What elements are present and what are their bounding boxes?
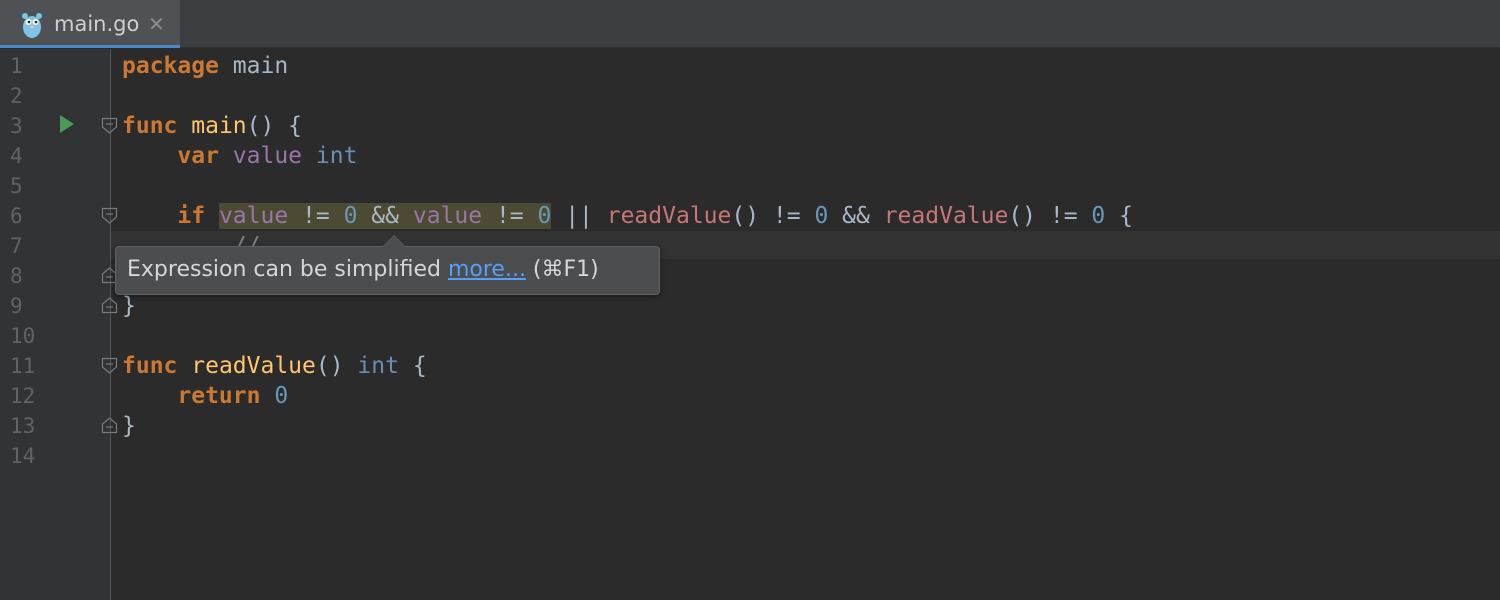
function-call: readValue	[883, 203, 1009, 229]
keyword: func	[122, 353, 178, 379]
function-name: readValue	[191, 353, 316, 379]
punctuation: {	[398, 353, 427, 379]
type: int	[357, 353, 399, 379]
variable: value	[412, 203, 483, 229]
line-number: 13	[10, 414, 36, 438]
operator: !=	[1036, 203, 1092, 229]
operator: !=	[482, 203, 538, 229]
gopher-icon	[22, 13, 42, 38]
tab-filename: main.go	[54, 12, 140, 36]
line-number: 11	[10, 354, 36, 378]
punctuation: {	[1105, 203, 1133, 229]
code-line-3: func main() {	[122, 111, 302, 141]
type: int	[315, 143, 358, 169]
highlighted-expression[interactable]: value != 0 && value != 0	[218, 203, 552, 229]
line-number: 5	[10, 174, 23, 198]
operator: &&	[357, 203, 413, 229]
close-tab-icon[interactable]: ✕	[148, 12, 165, 36]
code-line-12: return 0	[122, 381, 288, 411]
number: 0	[274, 383, 289, 409]
punctuation: () {	[246, 113, 303, 139]
code-line-13: }	[122, 411, 136, 441]
tooltip-message: Expression can be simplified	[127, 257, 448, 282]
line-number: 1	[10, 54, 23, 78]
operator: &&	[828, 203, 884, 229]
tooltip-arrow-inner	[383, 236, 405, 247]
line-number: 14	[10, 444, 36, 468]
keyword: if	[177, 203, 206, 229]
code-editor[interactable]: package main func main() { var value int…	[111, 49, 1500, 600]
keyword: var	[177, 143, 219, 169]
run-icon[interactable]	[60, 115, 74, 133]
inspection-tooltip: Expression can be simplified more... (⌘F…	[115, 235, 660, 295]
code-line-4: var value int	[122, 141, 357, 171]
tab-main-go[interactable]: main.go ✕	[0, 0, 180, 48]
function-name: main	[191, 113, 247, 139]
punctuation: ()	[1008, 203, 1037, 229]
variable: value	[232, 143, 303, 169]
editor-gutter: 1 2 3 4 5 6 7 8 9 10 11 12 13 14	[0, 49, 110, 600]
operator: !=	[288, 203, 344, 229]
punctuation: ()	[731, 203, 760, 229]
identifier: main	[218, 53, 289, 79]
code-line-6: if value != 0 && value != 0 || readValue…	[122, 201, 1133, 231]
line-number: 4	[10, 144, 23, 168]
keyword: package	[122, 53, 219, 79]
code-line-1: package main	[122, 51, 288, 81]
number: 0	[343, 203, 358, 229]
operator: ||	[551, 203, 607, 229]
more-link[interactable]: more...	[448, 257, 526, 282]
line-number: 12	[10, 384, 36, 408]
line-number: 2	[10, 84, 23, 108]
punctuation: }	[122, 293, 136, 319]
function-call: readValue	[606, 203, 732, 229]
number: 0	[537, 203, 552, 229]
variable: value	[218, 203, 289, 229]
line-number: 7	[10, 234, 23, 258]
number: 0	[1091, 203, 1106, 229]
tooltip-shortcut: (⌘F1)	[525, 257, 599, 282]
keyword: return	[177, 383, 261, 409]
operator: !=	[759, 203, 815, 229]
code-line-9: }	[122, 291, 136, 321]
line-number: 10	[10, 324, 36, 348]
tooltip-text: Expression can be simplified more... (⌘F…	[127, 257, 599, 282]
punctuation: }	[122, 413, 136, 439]
editor-tab-bar: main.go ✕	[0, 0, 1500, 48]
number: 0	[814, 203, 829, 229]
keyword: func	[122, 113, 178, 139]
line-number: 3	[10, 114, 23, 138]
punctuation: ()	[315, 353, 358, 379]
code-line-11: func readValue() int {	[122, 351, 427, 381]
line-number: 8	[10, 264, 23, 288]
line-number: 9	[10, 294, 23, 318]
line-number: 6	[10, 204, 23, 228]
